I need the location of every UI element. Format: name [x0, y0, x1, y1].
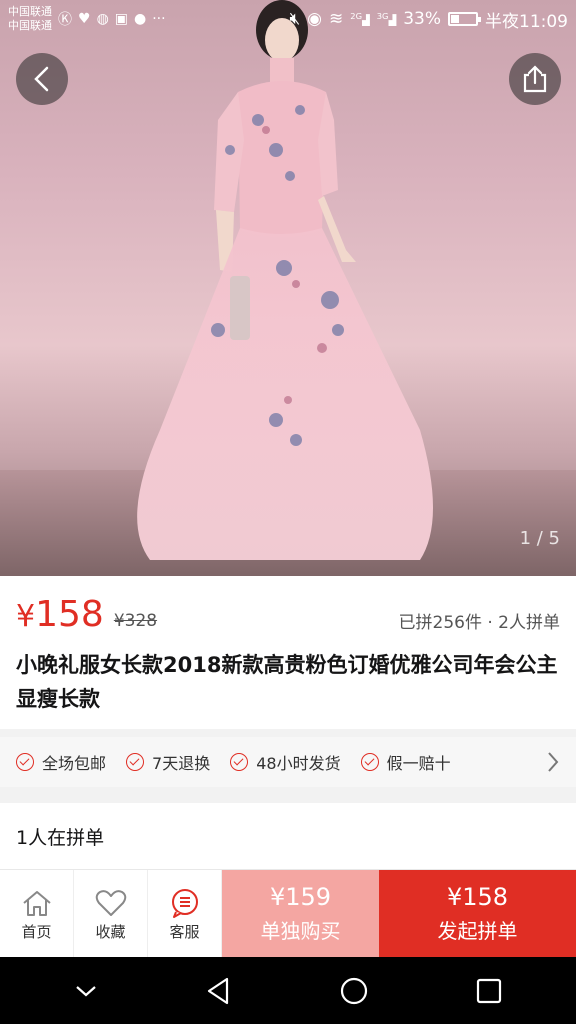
- group-buy-section: 1人在拼单: [0, 803, 576, 870]
- system-status: 🔇︎ ◉ ≋ 2G▟ 3G▟ 33% 半夜11:09: [289, 7, 568, 32]
- battery-percent: 33%: [403, 9, 441, 29]
- service-label: 7天退换: [152, 754, 211, 773]
- service-free-shipping: 全场包邮: [16, 750, 106, 774]
- product-title: 小晚礼服女长款2018新款高贵粉色订婚优雅公司年会公主显瘦长款: [16, 653, 558, 711]
- image-pager: 1 / 5: [519, 528, 560, 549]
- eye-comfort-icon: ◉: [307, 9, 323, 29]
- service-label: 假一赔十: [386, 754, 451, 773]
- sold-count: 已拼256件 · 2人拼单: [398, 613, 560, 633]
- group-buy-price: ¥158: [446, 882, 509, 911]
- carrier-info: 中国联通 中国联通: [8, 5, 52, 33]
- home-circle-icon[interactable]: [338, 975, 370, 1007]
- signal-3g-label: 3G: [376, 11, 389, 22]
- service-guarantees[interactable]: 全场包邮 7天退换 48小时发货 假一赔十: [0, 737, 576, 787]
- iqiyi-icon: ▣: [114, 11, 129, 27]
- more-notifications-icon: ···: [152, 11, 166, 27]
- back-button[interactable]: [16, 53, 68, 105]
- share-button[interactable]: [509, 53, 561, 105]
- customer-service-tab[interactable]: 客服: [148, 870, 222, 957]
- favorite-tab[interactable]: 收藏: [74, 870, 148, 957]
- price-currency: ¥: [16, 599, 36, 634]
- status-bar: 中国联通 中国联通 Ⓚ ♥ ◍ ▣ ● ··· 🔇︎ ◉ ≋ 2G▟ 3G▟ 3…: [0, 0, 576, 38]
- signal-2g: 2G▟: [350, 11, 370, 27]
- bottom-action-bar: 首页 收藏 客服 ¥159 单独购买 ¥158 发起拼单: [0, 870, 576, 957]
- heart-icon: [95, 890, 126, 916]
- customer-service-label: 客服: [169, 923, 200, 941]
- chevron-right-icon[interactable]: [546, 750, 560, 774]
- group-buy-label: 发起拼单: [437, 918, 518, 943]
- app-notification-icon: Ⓚ: [58, 12, 72, 28]
- check-circle-icon: [126, 753, 145, 771]
- check-circle-icon: [360, 753, 379, 771]
- system-nav-bar: [0, 957, 576, 1024]
- wechat-icon: ◍: [96, 11, 109, 27]
- battery-icon: [448, 12, 481, 26]
- carrier-1: 中国联通: [8, 5, 52, 18]
- message-icon: ●: [134, 11, 147, 27]
- heart-rate-icon: ♥: [78, 11, 91, 27]
- group-price: ¥158: [16, 594, 104, 635]
- group-count-label: 1人在拼单: [16, 827, 105, 849]
- signal-3g: 3G▟: [376, 11, 397, 27]
- signal-2g-label: 2G: [350, 11, 363, 22]
- chevron-down-icon[interactable]: [72, 981, 100, 1001]
- price-value: 158: [35, 594, 104, 635]
- check-circle-icon: [16, 753, 34, 771]
- original-price: ¥328: [113, 611, 158, 631]
- wifi-icon: ≋: [329, 9, 344, 29]
- home-tab[interactable]: 首页: [0, 870, 74, 957]
- check-circle-icon: [230, 753, 249, 771]
- service-authentic: 假一赔十: [360, 750, 451, 774]
- home-icon: [22, 891, 51, 916]
- service-label: 48小时发货: [256, 754, 341, 773]
- clock: 半夜11:09: [485, 11, 568, 32]
- service-7day-return: 7天退换: [126, 750, 210, 774]
- share-icon: [523, 65, 547, 93]
- service-label: 全场包邮: [42, 754, 107, 773]
- price-row: ¥158 ¥328: [16, 594, 157, 635]
- home-label: 首页: [21, 923, 52, 941]
- buy-single-button[interactable]: ¥159 单独购买: [222, 870, 379, 957]
- back-triangle-icon[interactable]: [203, 975, 235, 1007]
- favorite-label: 收藏: [95, 923, 126, 941]
- mute-icon: 🔇︎: [289, 9, 301, 29]
- recents-square-icon[interactable]: [473, 975, 505, 1007]
- chevron-left-icon: [34, 66, 49, 92]
- carrier-2: 中国联通: [8, 19, 52, 32]
- single-price: ¥159: [269, 882, 332, 911]
- notification-icons: Ⓚ ♥ ◍ ▣ ● ···: [58, 9, 166, 29]
- product-image[interactable]: 中国联通 中国联通 Ⓚ ♥ ◍ ▣ ● ··· 🔇︎ ◉ ≋ 2G▟ 3G▟ 3…: [0, 0, 576, 576]
- product-info: ¥158 ¥328 已拼256件 · 2人拼单 小晚礼服女长款2018新款高贵粉…: [0, 576, 576, 729]
- service-48h-ship: 48小时发货: [230, 750, 341, 774]
- dress-photo: [0, 0, 576, 576]
- start-group-buy-button[interactable]: ¥158 发起拼单: [379, 870, 576, 957]
- chat-icon: [171, 889, 198, 918]
- single-label: 单独购买: [260, 918, 341, 943]
